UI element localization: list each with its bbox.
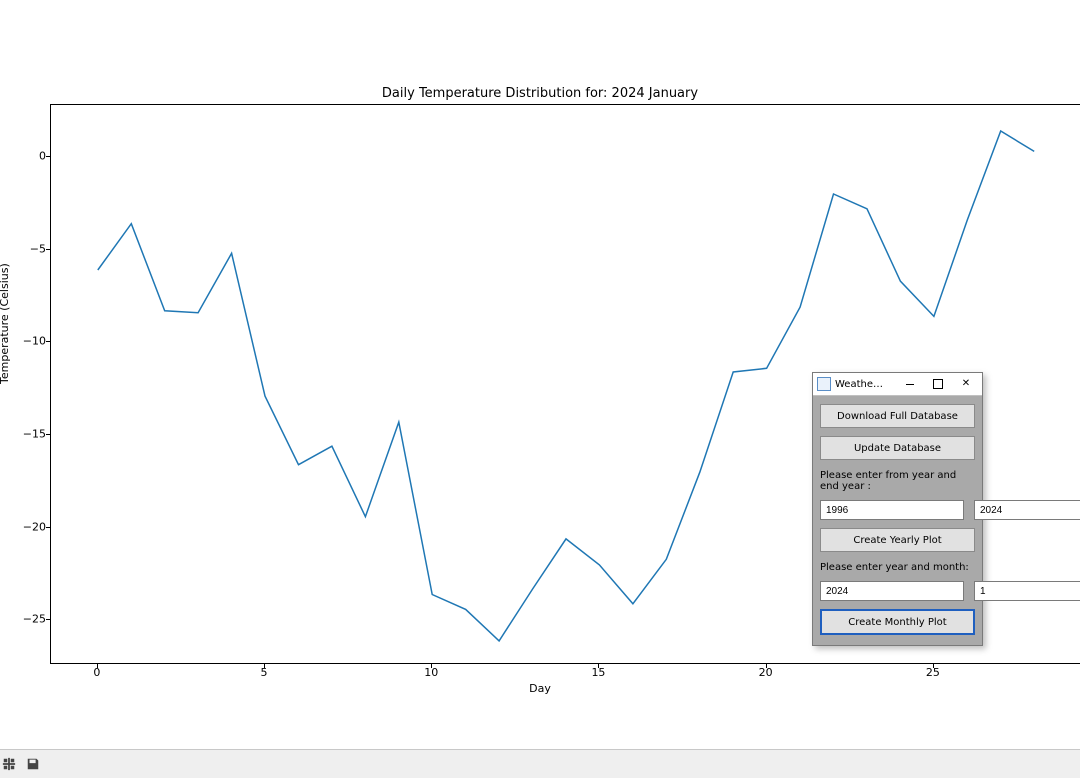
save-figure-icon[interactable] xyxy=(24,755,42,773)
close-button[interactable] xyxy=(954,375,978,393)
weather-dialog: Weathe… Download Full Database Update Da… xyxy=(812,372,983,646)
y-tick-mark xyxy=(46,341,50,342)
y-tick-label: −5 xyxy=(6,242,46,255)
x-tick-label: 0 xyxy=(93,666,100,679)
y-tick-mark xyxy=(46,249,50,250)
x-tick-label: 15 xyxy=(591,666,605,679)
year-month-label: Please enter year and month: xyxy=(820,560,975,573)
maximize-button[interactable] xyxy=(926,375,950,393)
dialog-title: Weathe… xyxy=(835,379,883,390)
x-tick-label: 5 xyxy=(261,666,268,679)
dialog-titlebar[interactable]: Weathe… xyxy=(813,373,982,396)
download-database-button[interactable]: Download Full Database xyxy=(820,404,975,428)
to-year-input[interactable] xyxy=(974,500,1080,520)
month-year-input[interactable] xyxy=(820,581,964,601)
y-tick-label: −15 xyxy=(6,428,46,441)
month-number-input[interactable] xyxy=(974,581,1080,601)
y-tick-mark xyxy=(46,527,50,528)
update-database-button[interactable]: Update Database xyxy=(820,436,975,460)
y-axis-label: Temperature (Celsius) xyxy=(0,263,11,384)
y-tick-label: −20 xyxy=(6,520,46,533)
y-tick-mark xyxy=(46,619,50,620)
app-icon xyxy=(817,377,831,391)
y-tick-label: −10 xyxy=(6,335,46,348)
x-tick-label: 25 xyxy=(926,666,940,679)
create-yearly-plot-button[interactable]: Create Yearly Plot xyxy=(820,528,975,552)
configure-subplots-icon[interactable] xyxy=(0,755,18,773)
chart-title: Daily Temperature Distribution for: 2024… xyxy=(0,86,1080,101)
minimize-button[interactable] xyxy=(898,375,922,393)
year-range-label: Please enter from year and end year : xyxy=(820,468,975,492)
y-tick-mark xyxy=(46,156,50,157)
x-tick-label: 10 xyxy=(424,666,438,679)
x-tick-label: 20 xyxy=(759,666,773,679)
create-monthly-plot-button[interactable]: Create Monthly Plot xyxy=(820,609,975,635)
x-axis-label: Day xyxy=(0,682,1080,695)
y-tick-label: −25 xyxy=(6,613,46,626)
from-year-input[interactable] xyxy=(820,500,964,520)
y-tick-label: 0 xyxy=(6,149,46,162)
y-tick-mark xyxy=(46,434,50,435)
figure-toolbar xyxy=(0,749,1080,778)
